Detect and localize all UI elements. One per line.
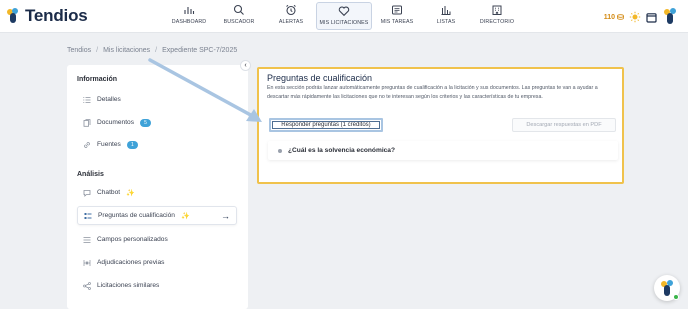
sidebar-item-label: Chatbot: [97, 189, 121, 196]
credits-value: 110: [603, 13, 615, 21]
nav-label: DIRECTORIO: [479, 19, 515, 25]
task-board-icon: [392, 5, 402, 15]
breadcrumb: Tendios / Mis licitaciones / Expediente …: [67, 47, 237, 54]
nav-mis-licitaciones[interactable]: MIS LICITACIONES: [316, 2, 372, 30]
list-chart-icon: [441, 6, 451, 15]
sidebar-item-detalles[interactable]: Detalles: [77, 90, 237, 109]
brand-name: Tendios: [25, 6, 88, 25]
user-avatar[interactable]: [662, 8, 680, 26]
top-bar: Tendios DASHBOARD BUSCADOR ALERTAS MIS L…: [0, 0, 688, 33]
logo-mark-icon: [7, 8, 21, 24]
bar-chart-icon: [184, 7, 195, 14]
sidebar-item-label: Fuentes: [97, 141, 121, 148]
answer-questions-button[interactable]: Responder preguntas (1 créditos): [269, 118, 383, 132]
breadcrumb-home[interactable]: Tendios: [67, 47, 91, 54]
section-title-informacion: Información: [77, 76, 118, 83]
coins-icon: [617, 14, 624, 20]
alarm-clock-icon: [286, 4, 296, 16]
awards-icon: [83, 259, 91, 267]
sidebar-item-documentos[interactable]: Documentos 5: [77, 113, 237, 132]
download-pdf-label: Descargar respuestas en PDF: [526, 122, 602, 128]
sidebar-item-label: Documentos: [97, 119, 135, 126]
nav-directorio[interactable]: DIRECTORIO: [470, 2, 524, 30]
nav-label: BUSCADOR: [223, 19, 255, 25]
checklist-icon: [84, 212, 92, 220]
documents-icon: [83, 118, 91, 127]
nav-dashboard[interactable]: DASHBOARD: [166, 2, 212, 30]
sidebar-item-campos-personalizados[interactable]: Campos personalizados: [77, 230, 237, 249]
download-pdf-button[interactable]: Descargar respuestas en PDF: [512, 118, 616, 132]
nav-label: DASHBOARD: [171, 19, 207, 25]
panel-title: Preguntas de cualificación: [267, 73, 373, 83]
sidebar-item-adjudicaciones-previas[interactable]: Adjudicaciones previas: [77, 253, 237, 272]
arrow-right-icon: →: [221, 210, 230, 221]
sidebar-item-label: Detalles: [97, 96, 121, 103]
calendar-icon[interactable]: [646, 12, 657, 23]
nav-label: MIS LICITACIONES: [319, 20, 369, 26]
nav-label: MIS TAREAS: [380, 19, 414, 25]
search-icon: [233, 4, 244, 15]
sidebar-item-label: Adjudicaciones previas: [97, 259, 165, 266]
sidebar-item-label: Preguntas de cualificación: [98, 212, 175, 219]
nav-buscador[interactable]: BUSCADOR: [212, 2, 266, 30]
similar-icon: [83, 281, 91, 290]
sparkle-icon: ✨: [126, 189, 135, 197]
link-icon: [83, 141, 91, 149]
section-title-analisis: Análisis: [77, 171, 104, 178]
brand-logo[interactable]: Tendios: [7, 6, 88, 26]
answer-questions-label: Responder preguntas (1 créditos): [281, 122, 371, 128]
online-status-icon: [673, 294, 679, 300]
building-icon: [492, 5, 502, 15]
breadcrumb-separator: /: [96, 47, 99, 54]
chat-icon: [83, 189, 91, 197]
tender-sidebar: Información Detalles Documentos 5 Fuente…: [67, 65, 248, 309]
sparkle-icon: ✨: [180, 212, 190, 220]
sidebar-item-preguntas-cualificacion[interactable]: Preguntas de cualificación ✨ →: [77, 206, 237, 225]
nav-listas[interactable]: LISTAS: [422, 2, 470, 30]
qualification-questions-panel: Preguntas de cualificación En esta secci…: [257, 67, 624, 184]
panel-description: En esta sección podrás lanzar automática…: [267, 85, 598, 100]
sidebar-item-fuentes[interactable]: Fuentes 1: [77, 135, 237, 154]
sidebar-item-label: Licitaciones similares: [97, 282, 160, 289]
credits-counter[interactable]: 110: [604, 14, 624, 21]
sidebar-item-chatbot[interactable]: Chatbot ✨: [77, 183, 237, 202]
sidebar-item-label: Campos personalizados: [97, 236, 168, 243]
sidebar-item-licitaciones-similares[interactable]: Licitaciones similares: [77, 276, 237, 295]
help-chat-button[interactable]: [654, 275, 680, 301]
fields-icon: [83, 236, 91, 244]
breadcrumb-mis-licitaciones[interactable]: Mis licitaciones: [103, 47, 150, 54]
documents-count-badge: 5: [140, 118, 152, 127]
sun-icon[interactable]: [629, 11, 641, 23]
nav-label: LISTAS: [436, 19, 456, 25]
questions-card: Responder preguntas (1 créditos) Descarg…: [264, 116, 618, 164]
main-nav: DASHBOARD BUSCADOR ALERTAS MIS LICITACIO…: [166, 2, 524, 32]
breadcrumb-separator: /: [155, 47, 158, 54]
heart-icon: [338, 6, 350, 17]
question-item[interactable]: ¿Cuál es la solvencia económica?: [268, 141, 618, 160]
sources-count-badge: 1: [126, 140, 138, 149]
breadcrumb-current: Expediente SPC-7/2025: [162, 47, 238, 54]
question-text: ¿Cuál es la solvencia económica?: [288, 147, 396, 154]
nav-mis-tareas[interactable]: MIS TAREAS: [372, 2, 422, 30]
chevron-left-icon: ‹: [244, 62, 247, 69]
nav-label: ALERTAS: [278, 19, 304, 25]
top-right-tools: 110: [604, 8, 680, 26]
status-dot-icon: [278, 148, 282, 153]
list-icon: [83, 96, 91, 104]
sidebar-collapse-button[interactable]: ‹: [240, 60, 251, 71]
nav-alertas[interactable]: ALERTAS: [266, 2, 316, 30]
